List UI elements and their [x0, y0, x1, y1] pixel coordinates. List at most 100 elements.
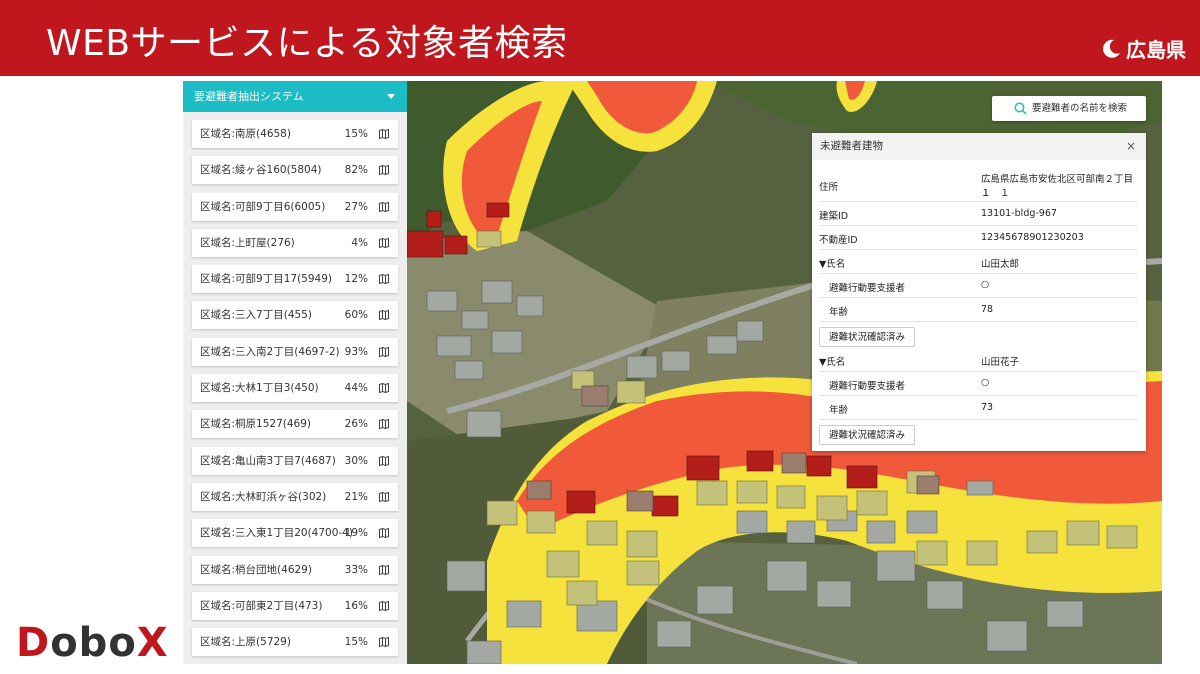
map-icon[interactable] — [379, 564, 389, 575]
area-list-item[interactable]: 区域名:上町屋(276) 4% — [192, 228, 398, 257]
property-id-label: 不動産ID — [819, 235, 858, 246]
map-icon[interactable] — [379, 201, 389, 212]
area-list: 区域名:南原(4658) 15% 区域名:綾ヶ谷160(5804) 82% 区域名:… — [192, 120, 398, 664]
map-icon[interactable] — [379, 419, 389, 430]
support-row: 避難行動要支援者 ○ — [819, 274, 1138, 298]
age-value: 73 — [981, 402, 994, 413]
area-percent: 12% — [344, 273, 368, 286]
area-percent: 82% — [344, 164, 368, 177]
area-percent: 15% — [344, 128, 368, 140]
person-name-value: 山田太郎 — [981, 259, 1020, 270]
area-name: 区域名:大林町浜ヶ谷(302) — [200, 490, 327, 503]
age-row: 年齢 78 — [819, 298, 1138, 322]
area-name: 区域名:三入7丁目(455) — [200, 309, 312, 322]
map-icon[interactable] — [379, 637, 389, 648]
map-icon[interactable] — [379, 455, 389, 466]
search-input[interactable]: 要避難者の名前を検索 — [992, 96, 1146, 121]
area-name: 区域名:可部9丁目6(6005) — [200, 200, 326, 213]
area-percent: 60% — [344, 309, 368, 322]
area-list-item[interactable]: 区域名:大林1丁目3(450) 44% — [192, 374, 398, 403]
area-list-item[interactable]: 区域名:綾ヶ谷160(5804) 82% — [192, 156, 398, 185]
support-row: 避難行動要支援者 ○ — [819, 372, 1138, 396]
area-name: 区域名:上原(5729) — [200, 636, 291, 649]
area-list-item[interactable]: 区域名:三入南2丁目(4697-2) 93% — [192, 337, 398, 366]
address-label: 住所 — [819, 182, 839, 193]
age-label: 年齢 — [829, 307, 849, 318]
map-icon[interactable] — [379, 165, 389, 176]
area-list-item[interactable]: 区域名:可部東2丁目(473) 16% — [192, 591, 398, 620]
evacuation-confirmed-button[interactable]: 避難状況確認済み — [819, 425, 916, 445]
person-name-label: ▼氏名 — [819, 357, 846, 368]
map-icon[interactable] — [379, 600, 389, 611]
map-icon[interactable] — [379, 274, 389, 285]
slide-title: WEBサービスによる対象者検索 — [46, 23, 568, 64]
person-name-row[interactable]: ▼氏名 山田花子 — [819, 348, 1138, 372]
map-icon[interactable] — [379, 346, 389, 357]
area-name: 区域名:南原(4658) — [200, 128, 291, 140]
area-name: 区域名:桐原1527(469) — [200, 418, 311, 431]
area-name: 区域名:綾ヶ谷160(5804) — [200, 164, 322, 177]
area-sidebar: 要避難者抽出システム 区域名:南原(4658) 15% 区域名:綾ヶ谷160(58… — [183, 81, 407, 664]
sidebar-title: 要避難者抽出システム — [194, 90, 304, 103]
evacuation-confirmed-button[interactable]: 避難状況確認済み — [819, 327, 916, 347]
area-name: 区域名:大林1丁目3(450) — [200, 382, 319, 395]
map-icon[interactable] — [379, 129, 389, 139]
hiroshima-brand: 広島県 — [1100, 34, 1186, 63]
search-icon — [1014, 102, 1027, 115]
property-id-value: 12345678901230203 — [981, 232, 1084, 243]
person-name-row[interactable]: ▼氏名 山田太郎 — [819, 250, 1138, 274]
area-name: 区域名:梢台団地(4629) — [200, 563, 312, 576]
area-percent: 16% — [344, 599, 368, 612]
chevron-down-icon — [387, 94, 395, 99]
map-icon[interactable] — [379, 237, 389, 248]
support-value: ○ — [981, 377, 990, 388]
area-list-item[interactable]: 区域名:三入7丁目(455) 60% — [192, 301, 398, 330]
area-list-item[interactable]: 区域名:梢台団地(4629) 33% — [192, 555, 398, 584]
sidebar-dropdown[interactable]: 要避難者抽出システム — [183, 81, 407, 112]
age-row: 年齢 73 — [819, 396, 1138, 420]
area-name: 区域名:亀山南3丁目7(4687) — [200, 454, 336, 467]
area-name: 区域名:可部東2丁目(473) — [200, 599, 323, 612]
area-list-item[interactable]: 区域名:三入東1丁目20(4700-4) 19% — [192, 519, 398, 548]
dobox-logo: DoboX — [16, 620, 169, 666]
area-percent: 93% — [344, 345, 368, 358]
map-icon[interactable] — [379, 310, 389, 321]
area-percent: 4% — [351, 236, 368, 249]
map-icon[interactable] — [379, 528, 389, 539]
area-percent: 15% — [344, 636, 368, 649]
area-percent: 21% — [344, 490, 368, 503]
title-banner: WEBサービスによる対象者検索 広島県 — [0, 0, 1200, 76]
area-list-item[interactable]: 区域名:大林町浜ヶ谷(302) 21% — [192, 482, 398, 511]
property-id-row: 不動産ID 12345678901230203 — [819, 226, 1138, 250]
support-value: ○ — [981, 279, 990, 290]
screen: WEBサービスによる対象者検索 広島県 要避難者抽出システム 区域名:南原(46… — [0, 0, 1200, 674]
area-list-item[interactable]: 区域名:亀山南3丁目7(4687) 30% — [192, 446, 398, 475]
confirm-row: 避難状況確認済み — [812, 420, 1146, 446]
support-label: 避難行動要支援者 — [829, 381, 906, 392]
area-percent: 27% — [344, 200, 368, 213]
person-name-label: ▼氏名 — [819, 259, 846, 270]
area-percent: 33% — [344, 563, 368, 576]
building-id-value: 13101-bldg-967 — [981, 208, 1057, 219]
area-name: 区域名:上町屋(276) — [200, 236, 295, 249]
area-list-item[interactable]: 区域名:上原(5729) 15% — [192, 628, 398, 657]
close-icon[interactable]: × — [1126, 133, 1136, 160]
panel-title: 未避難者建物 — [820, 140, 883, 152]
logo-letters-obo: obo — [50, 620, 137, 666]
person-name-value: 山田花子 — [981, 357, 1020, 368]
map-icon[interactable] — [379, 491, 389, 502]
area-list-item[interactable]: 区域名:桐原1527(469) 26% — [192, 410, 398, 439]
map-icon[interactable] — [379, 383, 389, 394]
area-list-item[interactable]: 区域名:可部9丁目6(6005) 27% — [192, 192, 398, 221]
building-id-label: 建築ID — [819, 211, 849, 222]
area-percent: 19% — [344, 527, 368, 540]
area-percent: 44% — [344, 382, 368, 395]
area-name: 区域名:可部9丁目17(5949) — [200, 273, 332, 286]
area-list-item[interactable]: 区域名:南原(4658) 15% — [192, 120, 398, 148]
area-percent: 26% — [344, 418, 368, 431]
hiroshima-crescent-icon — [1103, 39, 1120, 58]
building-id-row: 建築ID 13101-bldg-967 — [819, 202, 1138, 226]
area-name: 区域名:三入南2丁目(4697-2) — [200, 345, 340, 358]
logo-letter-d: D — [16, 620, 51, 666]
area-list-item[interactable]: 区域名:可部9丁目17(5949) 12% — [192, 265, 398, 294]
